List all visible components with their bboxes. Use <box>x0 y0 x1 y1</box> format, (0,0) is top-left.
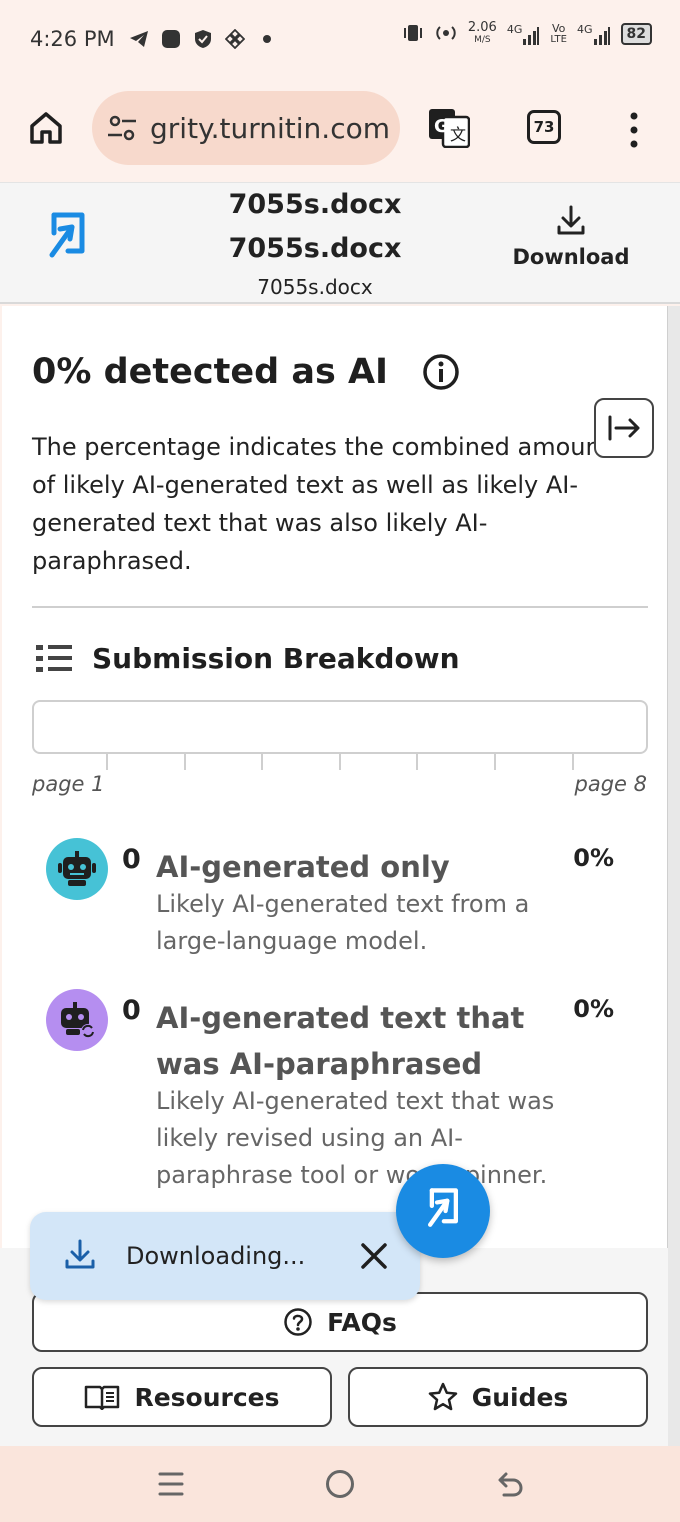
site-settings-icon[interactable] <box>106 112 138 144</box>
ai-detection-heading: 0% detected as AI <box>32 352 460 392</box>
svg-text:G: G <box>434 116 449 137</box>
page-tick <box>261 754 263 770</box>
signal-bars-icon <box>523 26 540 45</box>
item-count: 0 <box>122 995 141 1026</box>
robot-paraphrase-avatar-icon <box>46 989 108 1051</box>
toast-label: Downloading... <box>126 1242 306 1270</box>
help-circle-icon <box>283 1307 313 1337</box>
url-text[interactable]: grity.turnitin.com <box>150 112 390 145</box>
page-tick <box>339 754 341 770</box>
ai-report-panel: 0% detected as AI The percentage indicat… <box>2 306 668 1248</box>
item-title: AI-generated only <box>156 850 450 884</box>
svg-text:文: 文 <box>450 125 466 144</box>
scrollbar[interactable] <box>668 306 680 1446</box>
star-icon <box>428 1382 458 1412</box>
translate-icon[interactable]: G文 <box>428 108 471 149</box>
page-ticks <box>32 754 648 772</box>
home-icon[interactable] <box>28 110 64 146</box>
robot-avatar-icon <box>46 838 108 900</box>
hotspot-icon <box>434 23 458 46</box>
signal-2: 4G <box>577 23 611 46</box>
document-filename: 7055s.docx <box>257 275 373 299</box>
net-speed: 2.06 M/S <box>467 20 497 45</box>
turnitin-fab-button[interactable] <box>396 1164 490 1258</box>
shield-icon <box>193 29 213 49</box>
resources-button[interactable]: Resources <box>32 1367 332 1427</box>
arrow-to-right-icon <box>608 415 640 441</box>
turnitin-logo-icon <box>428 1188 458 1227</box>
app-icon <box>161 29 181 49</box>
page-tick <box>572 754 574 770</box>
vibrate-icon <box>402 23 424 46</box>
item-title: AI-generated text that was AI-paraphrase… <box>156 1001 525 1081</box>
recents-icon[interactable] <box>158 1470 184 1502</box>
page-tick <box>184 754 186 770</box>
guides-button[interactable]: Guides <box>348 1367 648 1427</box>
battery-icon: 82 <box>620 23 652 45</box>
faqs-button[interactable]: FAQs <box>32 1292 648 1352</box>
page-distribution-bar[interactable] <box>32 700 648 754</box>
status-system-icons: 2.06 M/S 4G Vo LTE 4G 82 <box>402 20 652 46</box>
more-menu-icon[interactable] <box>624 110 644 150</box>
status-notification-icons <box>129 29 277 49</box>
tab-switcher-button[interactable]: 73 <box>527 110 561 144</box>
book-icon <box>84 1384 120 1410</box>
page-tick <box>494 754 496 770</box>
download-label: Download <box>512 245 630 269</box>
list-icon <box>36 644 72 672</box>
system-navigation-bar <box>0 1446 680 1522</box>
browser-toolbar: grity.turnitin.com G文 73 <box>0 78 680 182</box>
item-description: Likely AI-generated text that was likely… <box>156 1087 555 1189</box>
page-start-label: page 1 <box>32 772 105 796</box>
item-percent: 0% <box>573 844 614 872</box>
collapse-panel-button[interactable] <box>594 398 654 458</box>
signal-1: 4G <box>507 23 541 46</box>
section-divider <box>32 606 648 608</box>
download-toast: Downloading... <box>30 1212 420 1300</box>
ai-detection-description: The percentage indicates the combined am… <box>32 433 611 575</box>
info-icon[interactable] <box>422 353 460 391</box>
page-tick <box>416 754 418 770</box>
download-icon <box>64 1238 96 1274</box>
page-end-label: page 8 <box>574 772 648 796</box>
item-count: 0 <box>122 844 141 875</box>
document-header: 7055s.docx 7055s.docx 7055s.docx Downloa… <box>0 182 680 304</box>
status-bar: 4:26 PM 2.06 M/S 4G Vo LTE 4G 82 <box>0 0 680 78</box>
back-icon[interactable] <box>496 1470 524 1502</box>
page-tick <box>106 754 108 770</box>
signal-bars-icon <box>593 26 610 45</box>
status-time: 4:26 PM <box>30 27 115 51</box>
item-percent: 0% <box>573 995 614 1023</box>
close-icon[interactable] <box>358 1240 390 1272</box>
telegram-icon <box>129 29 149 49</box>
download-button[interactable]: Download <box>506 205 636 269</box>
download-icon <box>557 205 585 235</box>
binance-icon <box>224 29 245 49</box>
item-description: Likely AI-generated text from a large-la… <box>156 890 530 955</box>
more-notifications-dot-icon <box>257 29 277 49</box>
nav-home-icon[interactable] <box>326 1470 354 1498</box>
address-bar[interactable]: grity.turnitin.com <box>92 91 400 165</box>
volte: Vo LTE <box>550 22 567 45</box>
submission-breakdown-heading: Submission Breakdown <box>36 642 460 675</box>
